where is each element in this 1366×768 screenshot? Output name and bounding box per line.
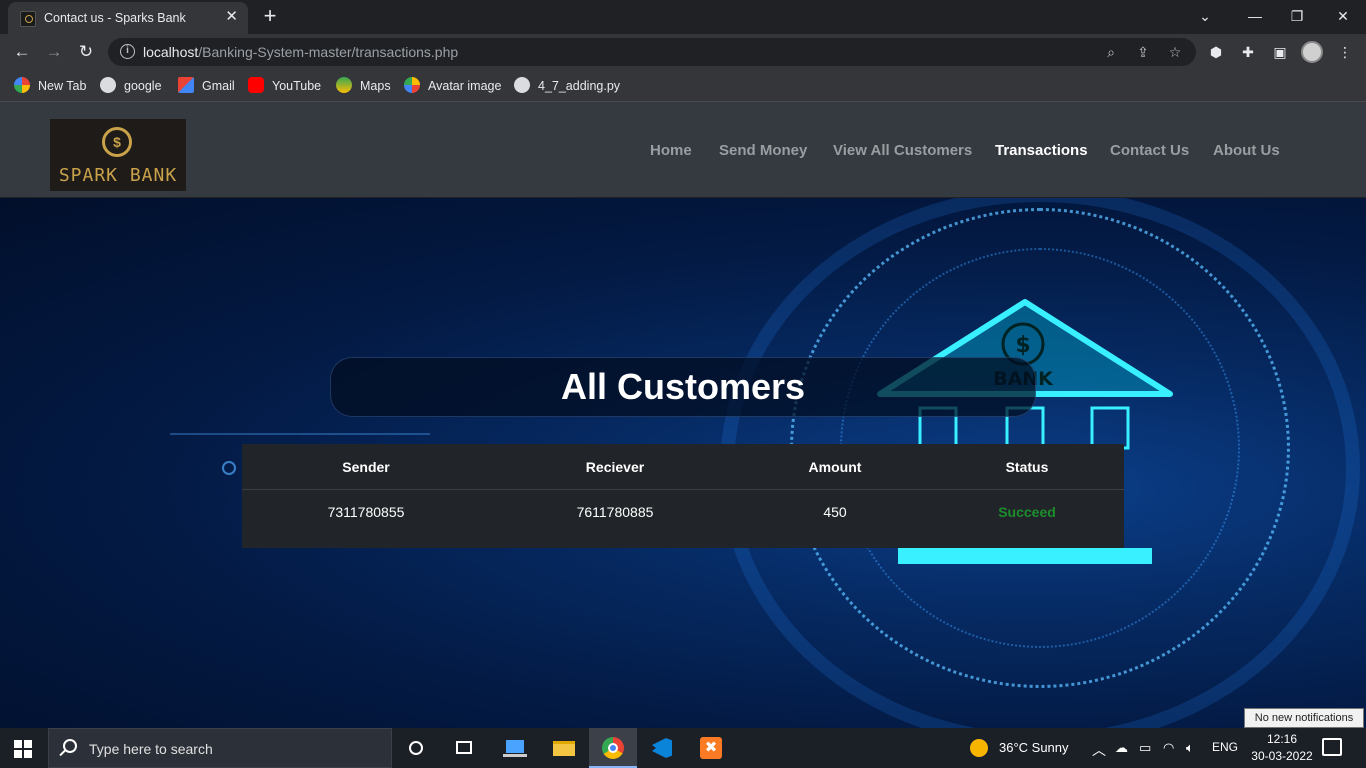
page-title: All Customers [330,357,1036,417]
tab-favicon-icon [20,11,36,27]
restore-icon[interactable]: ❐ [1282,6,1312,26]
profile-avatar[interactable] [1301,41,1323,63]
cell-amount: 450 [823,504,847,520]
browser-toolbar: ← → ↻ i localhost/Banking-System-master/… [0,34,1366,70]
share-icon[interactable]: ⇪ [1134,43,1152,61]
site-navbar: $ SPARK BANK Home Send Money View All Cu… [0,102,1366,198]
new-tab-icon[interactable]: + [259,5,281,27]
coin-dollar-icon: $ [102,127,132,157]
search-icon [63,739,77,753]
nav-view-all-customers[interactable]: View All Customers [833,142,972,159]
photos-icon [404,77,420,93]
site-info-icon[interactable]: i [120,44,135,59]
battery-icon[interactable]: ▭ [1139,740,1151,756]
tray-chevron-icon[interactable]: ︿ [1092,740,1106,760]
globe-icon [514,77,530,93]
bookmark-gmail[interactable]: Gmail [178,76,235,96]
svg-text:$: $ [1015,333,1030,358]
windows-taskbar: Type here to search ✖ 36°C Sunny ︿ ☁ ▭ ◠… [0,728,1366,768]
tab-title: Contact us - Sparks Bank [44,11,186,25]
bookmark-new-tab[interactable]: New Tab [14,76,86,96]
maps-pin-icon [336,77,352,93]
tab-search-chevron-icon[interactable]: ⌄ [1190,6,1220,26]
extension-cube-icon[interactable]: ⬢ [1206,42,1226,62]
notification-tooltip: No new notifications [1244,708,1364,728]
cell-status: Succeed [998,504,1056,520]
clock-date: 30-03-2022 [1251,749,1313,763]
reload-icon[interactable]: ↻ [74,40,98,64]
bookmark-google[interactable]: google [100,76,162,96]
bookmark-avatar-image[interactable]: Avatar image [404,76,501,96]
column-header-receiver: Reciever [585,459,645,475]
bookmarks-bar: New Tab google Gmail YouTube Maps Avatar… [0,70,1366,102]
back-icon[interactable]: ← [10,40,34,64]
xampp-icon[interactable]: ✖ [687,728,735,768]
cell-receiver: 7611780885 [576,504,654,520]
notification-center-icon[interactable] [1322,738,1342,756]
bookmark-youtube[interactable]: YouTube [248,76,321,96]
weather-sun-icon[interactable] [970,739,988,757]
task-view-icon[interactable] [440,728,488,768]
vscode-icon[interactable] [638,728,686,768]
laptop-app-icon[interactable] [492,728,540,768]
cortana-icon[interactable] [392,728,440,768]
column-header-amount: Amount [808,459,862,475]
file-explorer-icon[interactable] [540,728,588,768]
nav-transactions[interactable]: Transactions [995,142,1088,159]
nav-contact-us[interactable]: Contact Us [1110,142,1189,159]
globe-icon [100,77,116,93]
bookmark-star-icon[interactable]: ☆ [1166,43,1184,61]
bookmark-python-file[interactable]: 4_7_adding.py [514,76,620,96]
nav-send-money[interactable]: Send Money [719,142,807,159]
wifi-icon[interactable]: ◠ [1163,740,1174,756]
youtube-icon [248,77,264,93]
clock-time: 12:16 [1266,732,1298,746]
search-placeholder: Type here to search [89,741,213,757]
menu-kebab-icon[interactable]: ⋮ [1335,42,1355,62]
site-logo[interactable]: $ SPARK BANK [50,119,186,191]
gmail-icon [178,77,194,93]
side-panel-icon[interactable]: ▣ [1270,42,1290,62]
browser-tab[interactable]: Contact us - Sparks Bank ✕ [8,2,248,34]
circuit-node [222,461,236,475]
chrome-taskbar-icon[interactable] [589,728,637,768]
taskbar-search-input[interactable]: Type here to search [48,728,392,768]
circuit-line [170,433,430,435]
nav-about-us[interactable]: About Us [1213,142,1280,159]
tab-close-icon[interactable]: ✕ [225,9,238,25]
language-indicator[interactable]: ENG [1212,740,1238,754]
weather-text[interactable]: 36°C Sunny [999,740,1069,755]
browser-tab-bar: Contact us - Sparks Bank ✕ + ⌄ — ❐ ✕ [0,0,1366,34]
minimize-icon[interactable]: — [1240,6,1270,26]
zoom-icon[interactable]: ⌕ [1102,43,1120,61]
transactions-table: Sender Reciever Amount Status 7311780855… [242,444,1124,548]
logo-text: SPARK BANK [58,165,178,186]
forward-icon[interactable]: → [42,40,66,64]
table-header-row: Sender Reciever Amount Status [242,444,1124,490]
column-header-status: Status [1005,459,1049,475]
clock[interactable]: 12:16 30-03-2022 [1246,731,1318,765]
windows-start-icon[interactable] [14,740,32,758]
cell-sender: 7311780855 [327,504,405,520]
close-window-icon[interactable]: ✕ [1328,6,1358,26]
web-page: $ BANK $ SPARK BANK Home Send Money View… [0,102,1366,728]
column-header-sender: Sender [342,459,390,475]
url-text: localhost/Banking-System-master/transact… [143,44,459,60]
onedrive-cloud-icon[interactable]: ☁ [1115,740,1128,756]
volume-icon[interactable]: 🔈︎ [1186,740,1194,756]
bookmark-maps[interactable]: Maps [336,76,391,96]
google-icon [14,77,30,93]
address-bar[interactable]: i localhost/Banking-System-master/transa… [108,38,1196,66]
nav-home[interactable]: Home [650,142,692,159]
extensions-puzzle-icon[interactable]: ✚ [1238,42,1258,62]
